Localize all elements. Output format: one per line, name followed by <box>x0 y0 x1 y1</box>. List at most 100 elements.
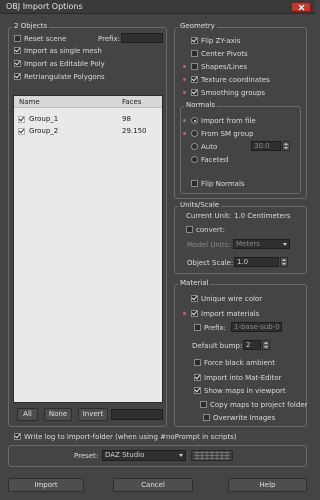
units-group-label: Units/Scale <box>178 201 222 209</box>
row-name: Group_2 <box>29 127 59 135</box>
auto-angle-input[interactable]: 30.0 <box>251 141 281 151</box>
write-log-box[interactable] <box>14 433 21 440</box>
retriangulate-label: Retriangulate Polygons <box>24 72 105 81</box>
import-materials-checkbox[interactable]: Import materials <box>191 309 259 318</box>
material-prefix-input[interactable]: 1-base-sub-0 <box>231 322 282 332</box>
overwrite-images-label: Overwrite Images <box>213 413 276 422</box>
flip-zy-checkbox[interactable]: Flip ZY-axis <box>191 36 240 45</box>
normals-marker <box>183 119 186 122</box>
copy-maps-box[interactable] <box>200 401 207 408</box>
center-pivots-box[interactable] <box>191 50 198 57</box>
row-checkbox[interactable] <box>18 116 25 123</box>
reset-scene-box[interactable] <box>14 35 21 42</box>
row-faces: 29.150 <box>122 127 147 135</box>
flip-zy-label: Flip ZY-axis <box>201 36 241 45</box>
import-into-mat-editor-checkbox[interactable]: Import into Mat-Editor <box>194 373 281 382</box>
force-black-ambient-box[interactable] <box>194 359 201 366</box>
material-prefix-box[interactable] <box>194 324 201 331</box>
shapes-lines-checkbox[interactable]: Shapes/Lines <box>191 62 247 71</box>
object-scale-spinner[interactable] <box>280 257 288 267</box>
geometry-group-label: Geometry <box>178 22 217 30</box>
default-bump-spinner[interactable] <box>262 340 270 350</box>
retriangulate-box[interactable] <box>14 73 21 80</box>
convert-box[interactable] <box>186 226 193 233</box>
object-list[interactable]: Name Faces Group_1 98 Group_2 29.150 <box>13 95 163 403</box>
write-log-checkbox[interactable]: Write log to Import-folder (when using #… <box>14 432 237 441</box>
convert-label: convert: <box>196 225 225 234</box>
help-button[interactable]: Help <box>228 478 307 492</box>
preset-dropdown[interactable]: DAZ Studio <box>102 450 186 461</box>
objects-group-label: 2 Objects <box>12 22 50 30</box>
texture-coords-checkbox[interactable]: Texture coordinates <box>191 75 270 84</box>
auto-angle-spinner[interactable] <box>282 141 290 151</box>
overwrite-images-box[interactable] <box>203 414 210 421</box>
row-name: Group_1 <box>29 115 59 123</box>
preset-grid-icon[interactable] <box>191 450 233 461</box>
import-editable-poly-box[interactable] <box>14 60 21 67</box>
force-black-ambient-label: Force black ambient <box>204 358 275 367</box>
retriangulate-checkbox[interactable]: Retriangulate Polygons <box>14 72 105 81</box>
object-scale-input[interactable]: 1.0 <box>234 257 279 267</box>
table-row[interactable]: Group_1 98 <box>14 114 162 125</box>
model-units-label: Model Units: <box>187 241 231 249</box>
shapes-lines-label: Shapes/Lines <box>201 62 248 71</box>
unique-wire-color-box[interactable] <box>191 295 198 302</box>
window-title: OBJ Import Options <box>6 2 83 11</box>
invert-button[interactable]: Invert <box>78 408 108 421</box>
all-button[interactable]: All <box>17 408 38 421</box>
smoothing-marker <box>183 91 186 94</box>
cancel-button[interactable]: Cancel <box>113 478 193 492</box>
faceted-radio[interactable]: Faceted <box>191 155 228 164</box>
row-faces: 98 <box>122 115 131 123</box>
row-checkbox[interactable] <box>18 128 25 135</box>
flip-normals-checkbox[interactable]: Flip Normals <box>191 179 245 188</box>
preset-label: Preset: <box>74 452 99 460</box>
faceted-dot[interactable] <box>191 156 198 163</box>
material-prefix-checkbox[interactable]: Prefix: <box>194 323 226 332</box>
default-bump-input[interactable]: 2 <box>243 340 261 350</box>
texture-coords-box[interactable] <box>191 76 198 83</box>
close-button[interactable] <box>291 2 311 12</box>
faceted-label: Faceted <box>201 155 229 164</box>
prefix-label: Prefix: <box>98 35 121 43</box>
chevron-down-icon <box>179 454 183 457</box>
import-from-file-dot[interactable] <box>191 117 198 124</box>
auto-dot[interactable] <box>191 143 198 150</box>
smoothing-groups-box[interactable] <box>191 89 198 96</box>
import-single-mesh-box[interactable] <box>14 47 21 54</box>
from-sm-group-label: From SM group <box>201 129 254 138</box>
from-sm-group-dot[interactable] <box>191 130 198 137</box>
convert-checkbox[interactable]: convert: <box>186 225 225 234</box>
prefix-input[interactable] <box>121 33 163 43</box>
flip-zy-box[interactable] <box>191 37 198 44</box>
shapes-lines-box[interactable] <box>191 63 198 70</box>
import-from-file-radio[interactable]: Import from file <box>191 116 256 125</box>
default-bump-label: Default bump: <box>192 342 243 350</box>
unique-wire-color-checkbox[interactable]: Unique wire color <box>191 294 262 303</box>
import-materials-box[interactable] <box>191 310 198 317</box>
import-button[interactable]: Import <box>8 478 84 492</box>
column-faces[interactable]: Faces <box>122 98 141 106</box>
from-sm-group-radio[interactable]: From SM group <box>191 129 254 138</box>
auto-radio[interactable]: Auto <box>191 142 217 151</box>
list-filter-input[interactable] <box>111 409 163 420</box>
model-units-dropdown[interactable]: Meters <box>233 239 290 249</box>
import-single-mesh-checkbox[interactable]: Import as single mesh <box>14 46 102 55</box>
show-maps-checkbox[interactable]: Show maps in viewport <box>194 386 286 395</box>
table-row[interactable]: Group_2 29.150 <box>14 126 162 137</box>
current-unit-value: 1.0 Centimeters <box>234 212 291 220</box>
reset-scene-checkbox[interactable]: Reset scene <box>14 34 66 43</box>
overwrite-images-checkbox[interactable]: Overwrite Images <box>203 413 275 422</box>
none-button[interactable]: None <box>44 408 72 421</box>
model-units-value: Meters <box>236 240 260 248</box>
column-name[interactable]: Name <box>19 98 40 106</box>
import-into-mat-editor-box[interactable] <box>194 374 201 381</box>
force-black-ambient-checkbox[interactable]: Force black ambient <box>194 358 275 367</box>
show-maps-box[interactable] <box>194 387 201 394</box>
flip-normals-box[interactable] <box>191 180 198 187</box>
import-editable-poly-checkbox[interactable]: Import as Editable Poly <box>14 59 105 68</box>
copy-maps-checkbox[interactable]: Copy maps to project folder <box>200 400 308 409</box>
chevron-down-icon <box>283 243 287 246</box>
center-pivots-checkbox[interactable]: Center Pivots <box>191 49 248 58</box>
smoothing-groups-checkbox[interactable]: Smoothing groups <box>191 88 265 97</box>
